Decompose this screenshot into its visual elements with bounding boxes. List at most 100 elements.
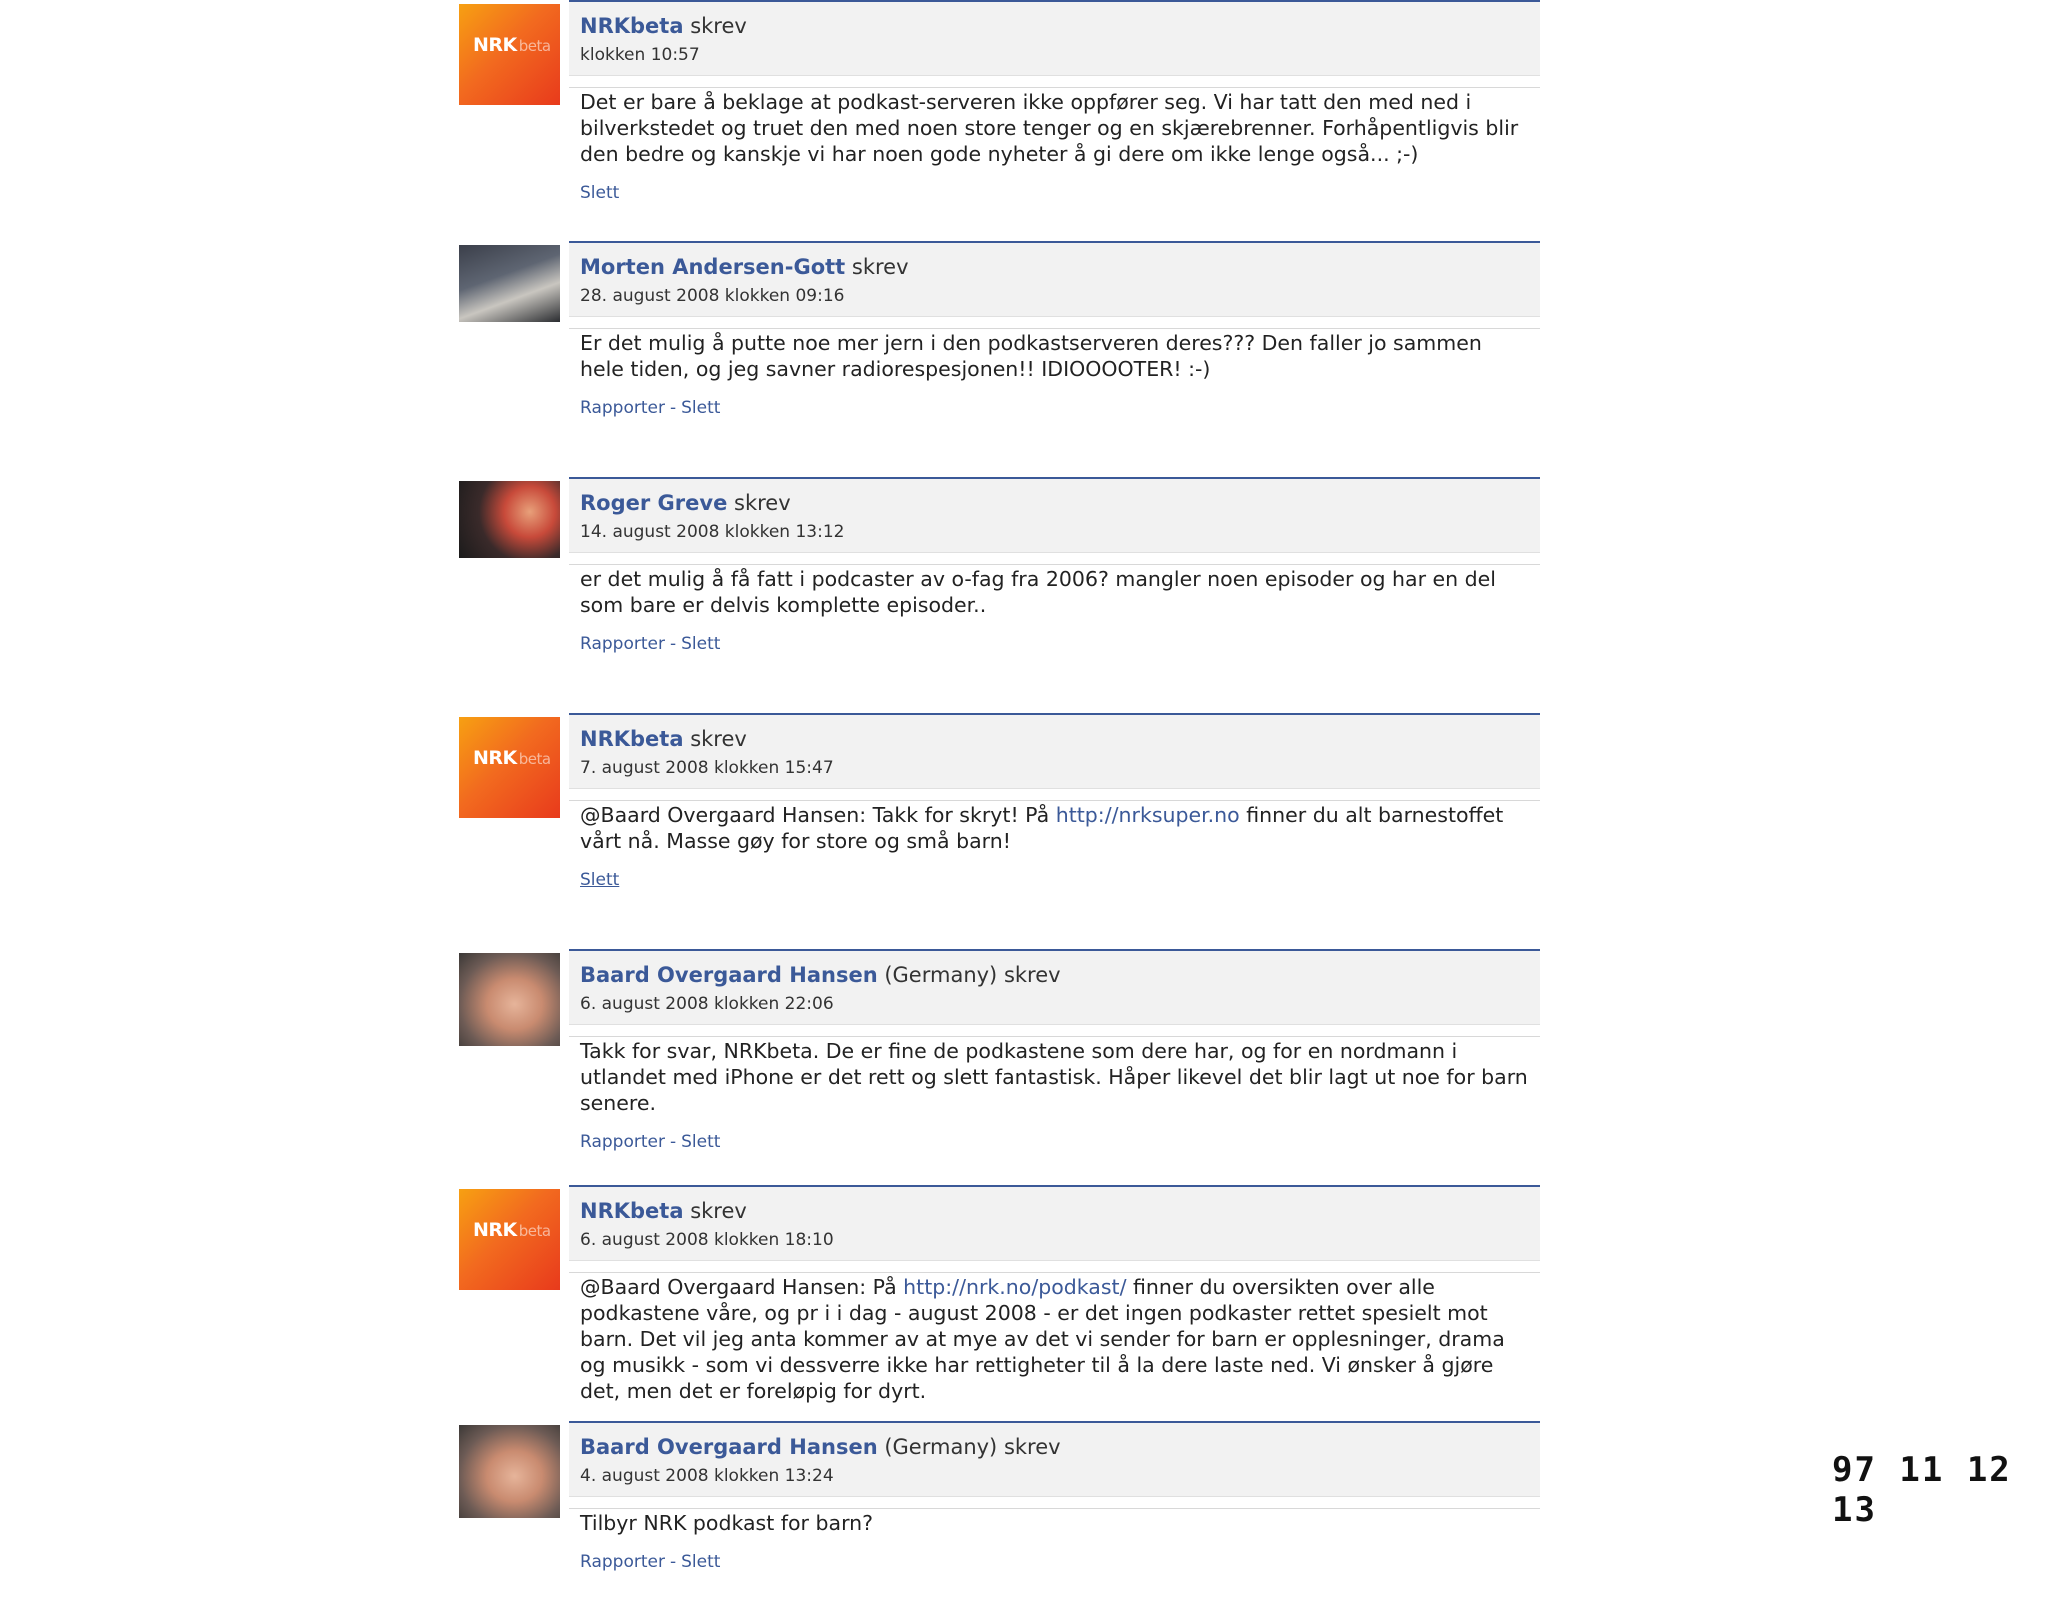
report-link[interactable]: Rapporter bbox=[580, 398, 665, 418]
wrote-label: skrev bbox=[690, 1199, 747, 1223]
post-panel: NRKbeta skrev 6. august 2008 klokken 18:1… bbox=[569, 1185, 1540, 1446]
author-location: (Germany) bbox=[884, 963, 998, 987]
post-header: Baard Overgaard Hansen (Germany) skrev 4.… bbox=[569, 1421, 1540, 1497]
avatar[interactable] bbox=[459, 245, 560, 322]
wall-post: Roger Greve skrev 14. august 2008 klokken… bbox=[459, 477, 1540, 713]
post-byline: NRKbeta skrev bbox=[580, 724, 1529, 754]
post-divider bbox=[569, 800, 1540, 801]
post-body: Tilbyr NRK podkast for barn? bbox=[569, 1497, 1540, 1536]
avatar[interactable]: NRK beta bbox=[459, 1189, 560, 1290]
post-timestamp: klokken 10:57 bbox=[580, 45, 700, 65]
logo-brand: NRK bbox=[473, 1219, 517, 1241]
post-byline: Baard Overgaard Hansen (Germany) skrev bbox=[580, 960, 1529, 990]
logo-brand: NRK bbox=[473, 747, 517, 769]
delete-link[interactable]: Slett bbox=[580, 183, 619, 203]
slide-number: 97 11 12 13 bbox=[1832, 1450, 2012, 1530]
post-actions: Rapporter - Slett bbox=[569, 382, 1540, 424]
avatar[interactable]: NRK beta bbox=[459, 717, 560, 818]
nrkbeta-logo-icon: NRK beta bbox=[473, 34, 551, 56]
post-body: Er det mulig å putte noe mer jern i den … bbox=[569, 317, 1540, 382]
post-divider bbox=[569, 1272, 1540, 1273]
post-byline: NRKbeta skrev bbox=[580, 1196, 1529, 1226]
nrkbeta-logo-icon: NRK beta bbox=[473, 1219, 551, 1241]
avatar[interactable] bbox=[459, 953, 560, 1046]
post-timestamp: 28. august 2008 klokken 09:16 bbox=[580, 286, 845, 306]
post-text: @Baard Overgaard Hansen: Takk for skryt!… bbox=[580, 803, 1056, 827]
post-byline: Morten Andersen-Gott skrev bbox=[580, 252, 1529, 282]
wall-post: NRK beta NRKbeta skrev 7. august 2008 klokk… bbox=[459, 713, 1540, 949]
post-actions: Slett bbox=[569, 167, 1540, 209]
author-link[interactable]: Baard Overgaard Hansen bbox=[580, 963, 878, 987]
wall-post: Baard Overgaard Hansen (Germany) skrev 6.… bbox=[459, 949, 1540, 1185]
action-separator: - bbox=[669, 1132, 677, 1152]
author-link[interactable]: Roger Greve bbox=[580, 491, 727, 515]
nrkbeta-logo-icon: NRK beta bbox=[473, 747, 551, 769]
wrote-label: skrev bbox=[851, 255, 909, 279]
post-divider bbox=[569, 87, 1540, 88]
post-timestamp: 14. august 2008 klokken 13:12 bbox=[580, 522, 845, 542]
delete-link[interactable]: Slett bbox=[580, 870, 619, 890]
post-text: Tilbyr NRK podkast for barn? bbox=[580, 1511, 874, 1535]
logo-sub: beta bbox=[518, 750, 551, 768]
post-text: er det mulig å få fatt i podcaster av o-… bbox=[580, 567, 1496, 617]
post-header: Baard Overgaard Hansen (Germany) skrev 6.… bbox=[569, 949, 1540, 1025]
post-body: @Baard Overgaard Hansen: På http://nrk.n… bbox=[569, 1261, 1540, 1404]
wall-post: Baard Overgaard Hansen (Germany) skrev 4.… bbox=[459, 1421, 1540, 1621]
post-text: Det er bare å beklage at podkast-servere… bbox=[580, 90, 1519, 166]
wrote-label: skrev bbox=[690, 14, 747, 38]
logo-brand: NRK bbox=[473, 34, 517, 56]
author-link[interactable]: NRKbeta bbox=[580, 14, 684, 38]
post-byline: Baard Overgaard Hansen (Germany) skrev bbox=[580, 1432, 1529, 1462]
post-text: Takk for svar, NRKbeta. De er fine de po… bbox=[580, 1039, 1528, 1115]
post-panel: Baard Overgaard Hansen (Germany) skrev 4.… bbox=[569, 1421, 1540, 1578]
action-separator: - bbox=[669, 1552, 677, 1572]
wrote-label: skrev bbox=[734, 491, 791, 515]
report-link[interactable]: Rapporter bbox=[580, 1552, 665, 1572]
post-panel: Baard Overgaard Hansen (Germany) skrev 6.… bbox=[569, 949, 1540, 1158]
author-link[interactable]: Baard Overgaard Hansen bbox=[580, 1435, 878, 1459]
report-link[interactable]: Rapporter bbox=[580, 634, 665, 654]
avatar[interactable] bbox=[459, 481, 560, 558]
post-actions: Rapporter - Slett bbox=[569, 618, 1540, 660]
post-byline: Roger Greve skrev bbox=[580, 488, 1529, 518]
author-link[interactable]: NRKbeta bbox=[580, 727, 684, 751]
delete-link[interactable]: Slett bbox=[681, 398, 720, 418]
post-link[interactable]: http://nrksuper.no bbox=[1056, 803, 1240, 827]
post-timestamp: 6. august 2008 klokken 22:06 bbox=[580, 994, 834, 1014]
action-separator: - bbox=[669, 634, 677, 654]
avatar[interactable]: NRK beta bbox=[459, 4, 560, 105]
post-header: NRKbeta skrev 6. august 2008 klokken 18:1… bbox=[569, 1185, 1540, 1261]
delete-link[interactable]: Slett bbox=[681, 1552, 720, 1572]
post-timestamp: 4. august 2008 klokken 13:24 bbox=[580, 1466, 834, 1486]
wrote-label: skrev bbox=[690, 727, 747, 751]
post-link[interactable]: http://nrk.no/podkast/ bbox=[903, 1275, 1126, 1299]
wall-post: NRK beta NRKbeta skrev klokken 10:57 Det er … bbox=[459, 0, 1540, 241]
author-link[interactable]: Morten Andersen-Gott bbox=[580, 255, 845, 279]
post-divider bbox=[569, 1508, 1540, 1509]
action-separator: - bbox=[669, 398, 677, 418]
post-timestamp: 6. august 2008 klokken 18:10 bbox=[580, 1230, 834, 1250]
post-byline: NRKbeta skrev bbox=[580, 11, 1529, 41]
post-panel: NRKbeta skrev 7. august 2008 klokken 15:4… bbox=[569, 713, 1540, 896]
delete-link[interactable]: Slett bbox=[681, 1132, 720, 1152]
post-body: Det er bare å beklage at podkast-servere… bbox=[569, 76, 1540, 167]
author-link[interactable]: NRKbeta bbox=[580, 1199, 684, 1223]
delete-link[interactable]: Slett bbox=[681, 634, 720, 654]
avatar[interactable] bbox=[459, 1425, 560, 1518]
wall-post-list: NRK beta NRKbeta skrev klokken 10:57 Det er … bbox=[459, 0, 1540, 1621]
post-header: Roger Greve skrev 14. august 2008 klokken… bbox=[569, 477, 1540, 553]
report-link[interactable]: Rapporter bbox=[580, 1132, 665, 1152]
post-actions: Rapporter - Slett bbox=[569, 1536, 1540, 1578]
post-divider bbox=[569, 564, 1540, 565]
post-panel: Roger Greve skrev 14. august 2008 klokken… bbox=[569, 477, 1540, 660]
post-body: Takk for svar, NRKbeta. De er fine de po… bbox=[569, 1025, 1540, 1116]
post-panel: Morten Andersen-Gott skrev 28. august 200… bbox=[569, 241, 1540, 424]
wrote-label: skrev bbox=[1003, 1435, 1061, 1459]
post-body: er det mulig å få fatt i podcaster av o-… bbox=[569, 553, 1540, 618]
post-text: Er det mulig å putte noe mer jern i den … bbox=[580, 331, 1482, 381]
post-divider bbox=[569, 1036, 1540, 1037]
post-actions: Rapporter - Slett bbox=[569, 1116, 1540, 1158]
post-divider bbox=[569, 328, 1540, 329]
post-header: Morten Andersen-Gott skrev 28. august 200… bbox=[569, 241, 1540, 317]
post-actions: Slett bbox=[569, 854, 1540, 896]
